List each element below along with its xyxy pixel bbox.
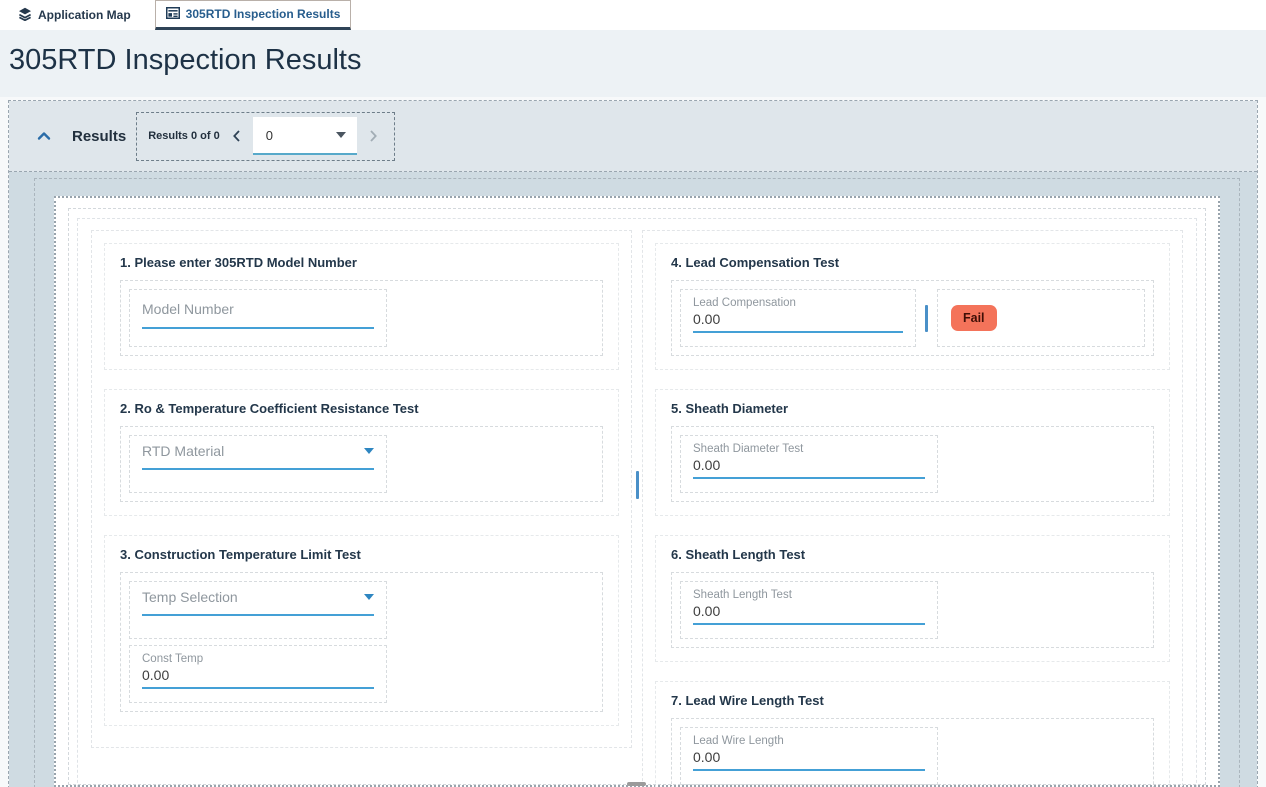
section-sheath-diameter: 5. Sheath Diameter Sheath Diameter Test bbox=[655, 389, 1170, 516]
form-column-left: 1. Please enter 305RTD Model Number bbox=[91, 230, 632, 748]
field-row bbox=[120, 280, 603, 356]
field-row: Sheath Diameter Test bbox=[671, 426, 1154, 502]
previous-page-chevron-icon[interactable] bbox=[232, 129, 241, 143]
field-row: RTD Material bbox=[120, 426, 603, 502]
tab-bar: Application Map 305RTD Inspection Result… bbox=[0, 0, 1266, 30]
section-sheath-length: 6. Sheath Length Test Sheath Length Test bbox=[655, 535, 1170, 662]
tab-inspection-results[interactable]: 305RTD Inspection Results bbox=[155, 0, 352, 30]
results-group-title: Results bbox=[72, 128, 126, 145]
section-heading: 3. Construction Temperature Limit Test bbox=[120, 547, 603, 562]
dropdown-placeholder: Temp Selection bbox=[142, 589, 238, 605]
section-heading: 1. Please enter 305RTD Model Number bbox=[120, 255, 603, 270]
tab-application-map[interactable]: Application Map bbox=[8, 0, 141, 30]
field-label: Lead Wire Length bbox=[693, 735, 925, 749]
section-heading: 4. Lead Compensation Test bbox=[671, 255, 1154, 270]
model-number-input[interactable] bbox=[142, 301, 374, 319]
lead-compensation-input[interactable] bbox=[693, 311, 903, 329]
section-heading: 5. Sheath Diameter bbox=[671, 401, 1154, 416]
list-view-container: 1. Please enter 305RTD Model Number bbox=[34, 178, 1240, 787]
const-temp-field: Const Temp bbox=[129, 645, 387, 703]
form-column-right: 4. Lead Compensation Test Lead Compensat… bbox=[642, 230, 1183, 787]
rtd-material-dropdown[interactable]: RTD Material bbox=[142, 443, 374, 459]
results-group-box: Results Results 0 of 0 0 bbox=[8, 100, 1258, 787]
section-lead-compensation: 4. Lead Compensation Test Lead Compensat… bbox=[655, 243, 1170, 370]
lead-wire-length-field: Lead Wire Length bbox=[680, 727, 938, 785]
temp-selection-field: Temp Selection bbox=[129, 581, 387, 639]
results-group-header: Results Results 0 of 0 0 bbox=[9, 101, 1257, 172]
section-construction-temp: 3. Construction Temperature Limit Test T… bbox=[104, 535, 619, 726]
section-resistance-test: 2. Ro & Temperature Coefficient Resistan… bbox=[104, 389, 619, 516]
page-content: Results Results 0 of 0 0 bbox=[0, 97, 1266, 787]
tab-label: 305RTD Inspection Results bbox=[186, 7, 341, 21]
sheath-length-field: Sheath Length Test bbox=[680, 581, 938, 639]
input-underline bbox=[142, 614, 374, 616]
const-temp-input[interactable] bbox=[142, 667, 374, 685]
results-count-label: Results 0 of 0 bbox=[148, 130, 220, 142]
input-underline bbox=[693, 769, 925, 771]
section-heading: 6. Sheath Length Test bbox=[671, 547, 1154, 562]
model-number-field bbox=[129, 289, 387, 347]
input-underline bbox=[142, 687, 374, 689]
input-underline bbox=[693, 331, 903, 333]
dropdown-placeholder: RTD Material bbox=[142, 443, 224, 459]
field-row: Temp Selection Const Temp bbox=[120, 572, 603, 712]
column-divider bbox=[636, 471, 639, 499]
lead-wire-length-input[interactable] bbox=[693, 749, 925, 767]
field-row: Lead Compensation Fail bbox=[671, 280, 1154, 356]
rtd-material-field: RTD Material bbox=[129, 435, 387, 493]
page-number-select[interactable]: 0 bbox=[253, 117, 357, 155]
caret-down-icon bbox=[364, 594, 374, 600]
horizontal-scrollbar-thumb[interactable] bbox=[627, 782, 646, 786]
sheath-length-input[interactable] bbox=[693, 603, 925, 621]
cell-divider bbox=[925, 305, 928, 332]
caret-down-icon bbox=[364, 448, 374, 454]
caret-down-icon bbox=[336, 132, 346, 138]
results-group-body: 1. Please enter 305RTD Model Number bbox=[9, 172, 1257, 787]
section-lead-wire-length: 7. Lead Wire Length Test Lead Wire Lengt… bbox=[655, 681, 1170, 787]
page-title: 305RTD Inspection Results bbox=[0, 30, 1266, 77]
field-row: Sheath Length Test bbox=[671, 572, 1154, 648]
temp-selection-dropdown[interactable]: Temp Selection bbox=[142, 589, 374, 605]
record-inner-container: 1. Please enter 305RTD Model Number bbox=[68, 208, 1206, 785]
fail-status-badge: Fail bbox=[951, 305, 997, 331]
tab-label: Application Map bbox=[38, 8, 131, 22]
sheath-diameter-field: Sheath Diameter Test bbox=[680, 435, 938, 493]
collapse-chevron-up-icon[interactable] bbox=[37, 131, 51, 141]
record-card: 1. Please enter 305RTD Model Number bbox=[54, 196, 1220, 787]
section-model-number: 1. Please enter 305RTD Model Number bbox=[104, 243, 619, 370]
input-underline bbox=[693, 623, 925, 625]
page-header: 305RTD Inspection Results bbox=[0, 30, 1266, 97]
input-underline bbox=[693, 477, 925, 479]
field-label: Const Temp bbox=[142, 653, 374, 667]
form-columns: 1. Please enter 305RTD Model Number bbox=[77, 218, 1197, 787]
sheath-diameter-input[interactable] bbox=[693, 457, 925, 475]
field-label: Sheath Diameter Test bbox=[693, 443, 925, 457]
page-number-value: 0 bbox=[266, 128, 273, 143]
field-label: Lead Compensation bbox=[693, 297, 903, 311]
field-label: Sheath Length Test bbox=[693, 589, 925, 603]
pagination-control: Results 0 of 0 0 bbox=[136, 112, 395, 161]
input-underline bbox=[142, 468, 374, 470]
section-heading: 2. Ro & Temperature Coefficient Resistan… bbox=[120, 401, 603, 416]
input-underline bbox=[142, 327, 374, 329]
layers-icon bbox=[18, 7, 32, 24]
next-page-chevron-icon[interactable] bbox=[369, 129, 378, 143]
test-result-cell: Fail bbox=[937, 289, 1145, 347]
section-heading: 7. Lead Wire Length Test bbox=[671, 693, 1154, 708]
form-list-icon bbox=[166, 7, 180, 22]
lead-compensation-field: Lead Compensation bbox=[680, 289, 916, 347]
field-row: Lead Wire Length bbox=[671, 718, 1154, 787]
